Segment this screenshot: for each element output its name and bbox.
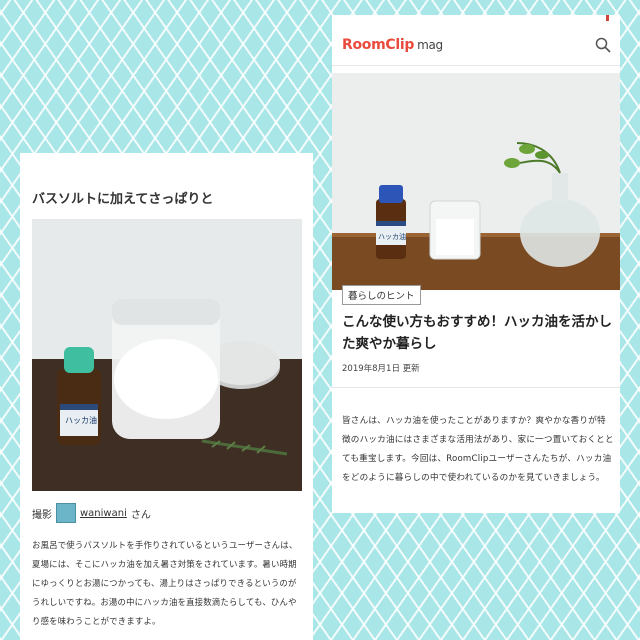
credit-suffix: さん bbox=[130, 509, 151, 521]
credit-prefix: 撮影 bbox=[32, 509, 52, 521]
photo-bottle-label: ハッカ油 bbox=[65, 415, 97, 425]
logo-sub: mag bbox=[417, 38, 443, 52]
divider bbox=[332, 387, 620, 388]
bath-salt-photo: ハッカ油 bbox=[32, 219, 302, 491]
bath-salt-illustration: ハッカ油 bbox=[32, 219, 302, 491]
top-strip bbox=[332, 15, 620, 29]
status-marker bbox=[606, 15, 609, 21]
category-tag[interactable]: 暮らしのヒント bbox=[342, 285, 421, 305]
hero-illustration: ハッカ油 bbox=[332, 73, 620, 290]
section-heading: バスソルトに加えてさっぱりと bbox=[32, 192, 214, 207]
article-title: こんな使い方もおすすめ！ハッカ油を活かした爽やか暮らし bbox=[342, 314, 612, 352]
left-article-card: バスソルトに加えてさっぱりと ハッカ油 撮影 waniwani さん お風呂で使… bbox=[20, 153, 313, 640]
right-article-card: RoomClip mag ハッカ油 暮らしのヒント こんな使い方もおすすめ！ハッカ… bbox=[332, 15, 620, 513]
photo-credit: 撮影 waniwani さん bbox=[32, 503, 151, 523]
logo-main: RoomClip bbox=[342, 37, 415, 53]
hero-bottle-label: ハッカ油 bbox=[378, 232, 406, 241]
article-body-text: 皆さんは、ハッカ油を使ったことがありますか？爽やかな香りが特徴のハッカ油にはさま… bbox=[342, 416, 614, 483]
search-icon[interactable] bbox=[595, 37, 611, 53]
updated-date: 2019年8月1日 更新 bbox=[342, 364, 420, 374]
roomclip-logo[interactable]: RoomClip mag bbox=[342, 37, 443, 53]
user-avatar[interactable] bbox=[56, 503, 76, 523]
left-body-text: お風呂で使うバスソルトを手作りされているというユーザーさんは、夏場には、そこにハ… bbox=[32, 540, 298, 626]
credit-user-link[interactable]: waniwani bbox=[80, 508, 127, 519]
hero-image: ハッカ油 bbox=[332, 73, 620, 290]
